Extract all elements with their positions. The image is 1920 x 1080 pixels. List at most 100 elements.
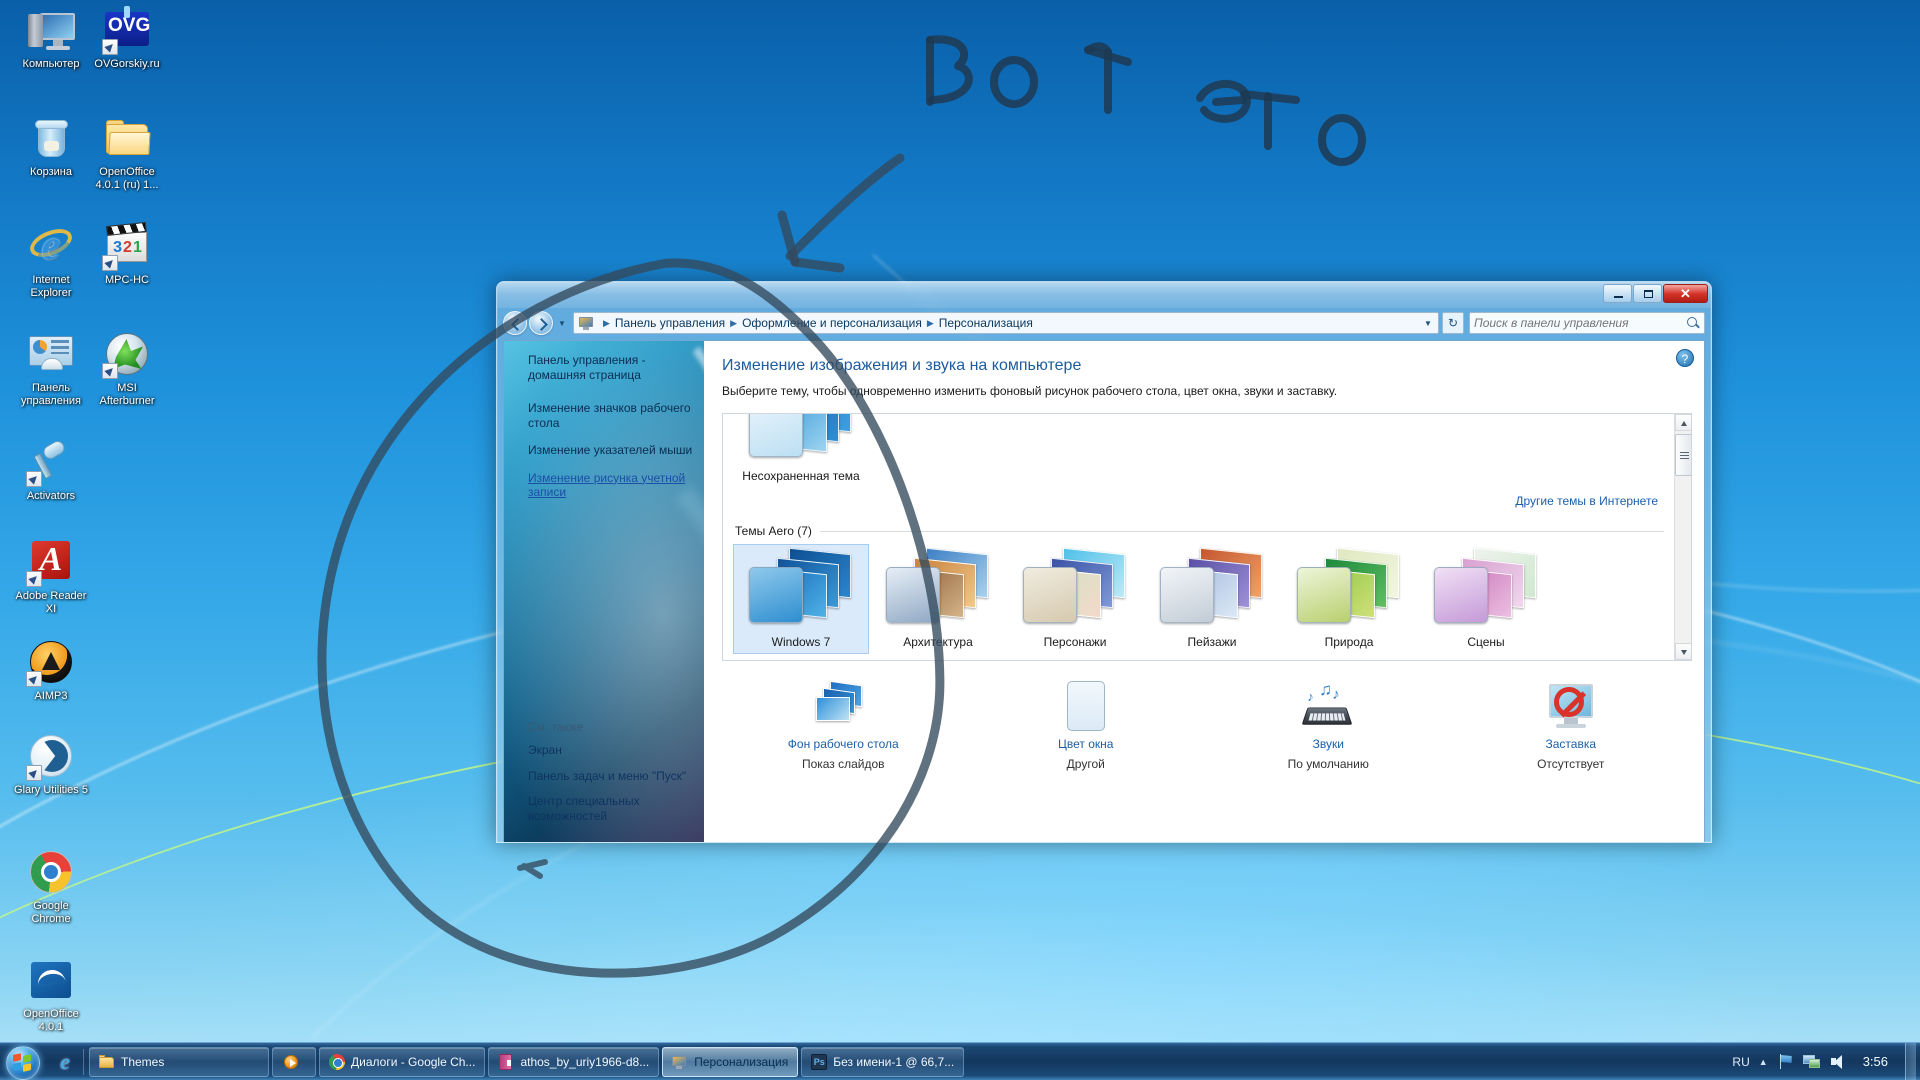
desktop-icon-label: OpenOffice 4.0.1	[23, 1008, 79, 1033]
sidebar-also-see: См. также Экран Панель задач и меню "Пус…	[528, 720, 696, 834]
sidebar-item-display[interactable]: Экран	[528, 743, 696, 758]
close-button[interactable]: ✕	[1663, 284, 1708, 303]
taskbar-item-themes[interactable]: Themes	[89, 1046, 269, 1077]
desktop-icon-aimp3[interactable]: AIMP3	[14, 638, 88, 703]
desktop-icon-msi-afterburner[interactable]: MSI Afterburner	[90, 330, 164, 407]
taskbar-divider	[83, 1048, 84, 1075]
breadcrumb-item-control-panel[interactable]: Панель управления	[615, 316, 725, 330]
desktop-icon-adobe-reader[interactable]: A Adobe Reader XI	[14, 538, 88, 615]
theme-cell-architecture[interactable]: Архитектура	[870, 544, 1006, 654]
vertical-scrollbar[interactable]	[1674, 414, 1691, 660]
sidebar-item-taskbar-start-menu[interactable]: Панель задач и меню "Пуск"	[528, 769, 696, 784]
refresh-button[interactable]: ↻	[1442, 312, 1464, 334]
clock[interactable]: 3:56	[1855, 1054, 1896, 1069]
sidebar-item-change-desktop-icons[interactable]: Изменение значков рабочего стола	[528, 401, 696, 430]
theme-cell-scenes[interactable]: Сцены	[1418, 544, 1554, 654]
desktop-icon-activators[interactable]: Activators	[14, 438, 88, 503]
quick-launch-internet-explorer[interactable]: e	[52, 1047, 78, 1077]
desktop-icon-recycle-bin[interactable]: Корзина	[14, 114, 88, 179]
taskbar[interactable]: e Themes Диалоги - Google Ch... athos_by…	[0, 1042, 1920, 1080]
theme-name: Windows 7	[771, 635, 831, 649]
search-box[interactable]	[1469, 312, 1705, 334]
scroll-down-button[interactable]	[1675, 643, 1691, 660]
window-color-icon	[1057, 681, 1115, 731]
show-hidden-icons-chevron-icon[interactable]: ▲	[1759, 1057, 1768, 1067]
setting-title[interactable]: Заставка	[1450, 737, 1693, 751]
control-panel-icon	[27, 330, 75, 378]
taskbar-item-chrome[interactable]: Диалоги - Google Ch...	[319, 1046, 486, 1077]
more-themes-row: Другие темы в Интернете	[733, 492, 1664, 510]
theme-cell-unsaved[interactable]: Несохраненная тема	[733, 414, 869, 488]
taskbar-item-personalization[interactable]: Персонализация	[662, 1046, 799, 1077]
theme-cell-characters[interactable]: Персонажи	[1007, 544, 1143, 654]
sidebar-item-change-account-picture[interactable]: Изменение рисунка учетной записи	[528, 471, 696, 500]
taskbar-item-orange-app[interactable]	[272, 1046, 316, 1077]
theme-cell-windows7[interactable]: Windows 7	[733, 544, 869, 654]
minimize-button[interactable]	[1603, 284, 1632, 303]
window-titlebar[interactable]: ✕	[497, 282, 1711, 308]
setting-screensaver[interactable]: Заставка Отсутствует	[1450, 677, 1693, 771]
setting-title[interactable]: Фон рабочего стола	[722, 737, 965, 751]
setting-value: По умолчанию	[1287, 757, 1369, 771]
desktop-icon-label: Компьютер	[22, 58, 80, 70]
setting-sounds[interactable]: ♪ ♫ ♪ Звуки По умолчанию	[1207, 677, 1450, 771]
sidebar-item-control-panel-home[interactable]: Панель управления - домашняя страница	[528, 353, 696, 382]
breadcrumb-dropdown-icon[interactable]: ▼	[1420, 319, 1436, 328]
theme-name: Природа	[1324, 635, 1374, 649]
language-indicator[interactable]: RU	[1732, 1055, 1749, 1069]
desktop-icon-internet-explorer[interactable]: e Internet Explorer	[14, 222, 88, 299]
help-button[interactable]: ?	[1676, 349, 1694, 367]
search-input[interactable]	[1474, 316, 1686, 330]
breadcrumb[interactable]: ▶ Панель управления ▶ Оформление и персо…	[573, 312, 1439, 334]
theme-thumbnail	[1013, 547, 1137, 631]
volume-icon[interactable]	[1829, 1053, 1846, 1070]
forward-button[interactable]	[529, 311, 553, 335]
close-icon: ✕	[1680, 286, 1691, 301]
setting-title[interactable]: Цвет окна	[965, 737, 1208, 751]
setting-window-color[interactable]: Цвет окна Другой	[965, 677, 1208, 771]
show-desktop-button[interactable]	[1905, 1042, 1916, 1080]
theme-row-unsaved: Несохраненная тема	[733, 414, 1664, 488]
maximize-button[interactable]	[1633, 284, 1662, 303]
theme-thumbnail	[1424, 547, 1548, 631]
sidebar-links: Панель управления - домашняя страница Из…	[528, 353, 696, 513]
start-button[interactable]	[2, 1045, 46, 1080]
openoffice-icon	[27, 956, 75, 1004]
taskbar-item-photoshop[interactable]: Ps Без имени-1 @ 66,7...	[801, 1046, 965, 1077]
desktop-icon-glary-utilities[interactable]: Glary Utilities 5	[14, 732, 88, 797]
desktop[interactable]: Компьютер OVG OVGorskiy.ru Корзина OpenO…	[0, 0, 1920, 1080]
taskbar-item-image-viewer[interactable]: athos_by_uriy1966-d8...	[488, 1046, 660, 1077]
theme-gallery-content: Несохраненная тема Другие темы в Интерне…	[723, 414, 1674, 660]
control-panel-icon	[672, 1054, 688, 1070]
sidebar-item-change-mouse-pointers[interactable]: Изменение указателей мыши	[528, 443, 696, 458]
sidebar: Панель управления - домашняя страница Из…	[504, 341, 704, 842]
more-themes-online-link[interactable]: Другие темы в Интернете	[1515, 494, 1658, 508]
scroll-up-button[interactable]	[1675, 414, 1691, 431]
theme-gallery[interactable]: Несохраненная тема Другие темы в Интерне…	[722, 413, 1692, 661]
network-icon[interactable]	[1802, 1053, 1820, 1070]
desktop-icon-label: MSI Afterburner	[99, 382, 155, 407]
personalization-window[interactable]: ✕ ▼ ▶ Панель управления ▶ Оформление и п…	[496, 281, 1712, 843]
flag-icon[interactable]	[1777, 1053, 1794, 1070]
desktop-icon-google-chrome[interactable]: Google Chrome	[14, 848, 88, 925]
desktop-icon-openoffice-folder[interactable]: OpenOffice 4.0.1 (ru) 1...	[90, 114, 164, 191]
breadcrumb-item-appearance[interactable]: Оформление и персонализация	[742, 316, 922, 330]
sidebar-item-ease-of-access-center[interactable]: Центр специальных возможностей	[528, 794, 696, 823]
recycle-bin-icon	[27, 114, 75, 162]
orange-app-icon	[283, 1054, 299, 1070]
back-button[interactable]	[503, 311, 527, 335]
main-header: Изменение изображения и звука на компьют…	[704, 341, 1704, 398]
breadcrumb-item-personalization[interactable]: Персонализация	[939, 316, 1033, 330]
desktop-icon-openoffice[interactable]: OpenOffice 4.0.1	[14, 956, 88, 1033]
theme-cell-nature[interactable]: Природа	[1281, 544, 1417, 654]
setting-title[interactable]: Звуки	[1207, 737, 1450, 751]
desktop-icon-computer[interactable]: Компьютер	[14, 6, 88, 71]
scrollbar-thumb[interactable]	[1675, 434, 1691, 476]
desktop-icon-control-panel[interactable]: Панель управления	[14, 330, 88, 407]
page-subtitle: Выберите тему, чтобы одновременно измени…	[722, 384, 1338, 398]
setting-desktop-background[interactable]: Фон рабочего стола Показ слайдов	[722, 677, 965, 771]
desktop-icon-mpc-hc[interactable]: 321 MPC-HC	[90, 221, 164, 287]
theme-cell-landscapes[interactable]: Пейзажи	[1144, 544, 1280, 654]
chevron-down-icon[interactable]: ▼	[555, 319, 569, 328]
desktop-icon-ovgorskiy[interactable]: OVG OVGorskiy.ru	[90, 6, 164, 71]
